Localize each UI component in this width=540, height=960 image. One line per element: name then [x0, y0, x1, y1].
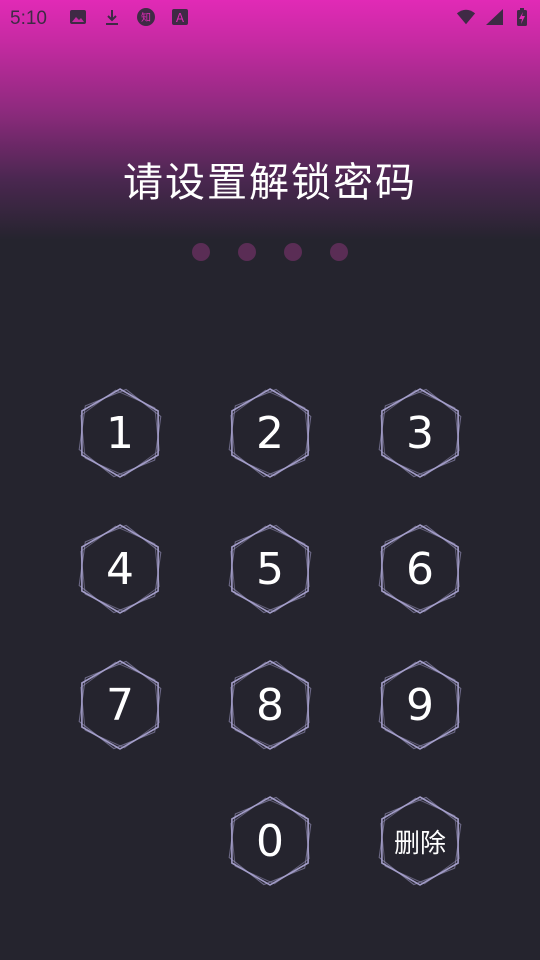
key-label: 9 — [406, 679, 434, 731]
status-bar: 5:10 知 A — [0, 0, 540, 36]
pin-dot — [238, 243, 256, 261]
svg-text:A: A — [176, 11, 185, 25]
battery-charging-icon — [512, 7, 532, 27]
key-label: 0 — [256, 815, 284, 867]
svg-text:知: 知 — [141, 11, 151, 24]
key-3[interactable]: 3 — [372, 385, 468, 481]
image-icon — [68, 7, 88, 27]
key-label: 2 — [256, 407, 284, 459]
key-9[interactable]: 9 — [372, 657, 468, 753]
signal-icon — [484, 7, 504, 27]
key-2[interactable]: 2 — [222, 385, 318, 481]
pin-dot — [330, 243, 348, 261]
key-8[interactable]: 8 — [222, 657, 318, 753]
key-label: 8 — [256, 679, 284, 731]
key-7[interactable]: 7 — [72, 657, 168, 753]
key-label: 4 — [106, 543, 134, 595]
download-icon — [102, 7, 122, 27]
key-1[interactable]: 1 — [72, 385, 168, 481]
zhihu-icon: 知 — [136, 7, 156, 27]
key-label: 1 — [106, 407, 134, 459]
pin-dot — [192, 243, 210, 261]
wifi-icon — [456, 7, 476, 27]
key-label: 5 — [256, 543, 284, 595]
page-title: 请设置解锁密码 — [123, 160, 417, 206]
status-time: 5:10 — [10, 8, 47, 29]
delete-button[interactable]: 删除 — [372, 793, 468, 889]
font-icon: A — [170, 7, 190, 27]
pin-dot — [284, 243, 302, 261]
key-5[interactable]: 5 — [222, 521, 318, 617]
key-label: 6 — [406, 543, 434, 595]
key-label: 7 — [106, 679, 134, 731]
key-6[interactable]: 6 — [372, 521, 468, 617]
pin-indicator — [0, 243, 540, 263]
key-0[interactable]: 0 — [222, 793, 318, 889]
delete-label: 删除 — [393, 828, 446, 859]
key-label: 3 — [406, 407, 434, 459]
key-4[interactable]: 4 — [72, 521, 168, 617]
